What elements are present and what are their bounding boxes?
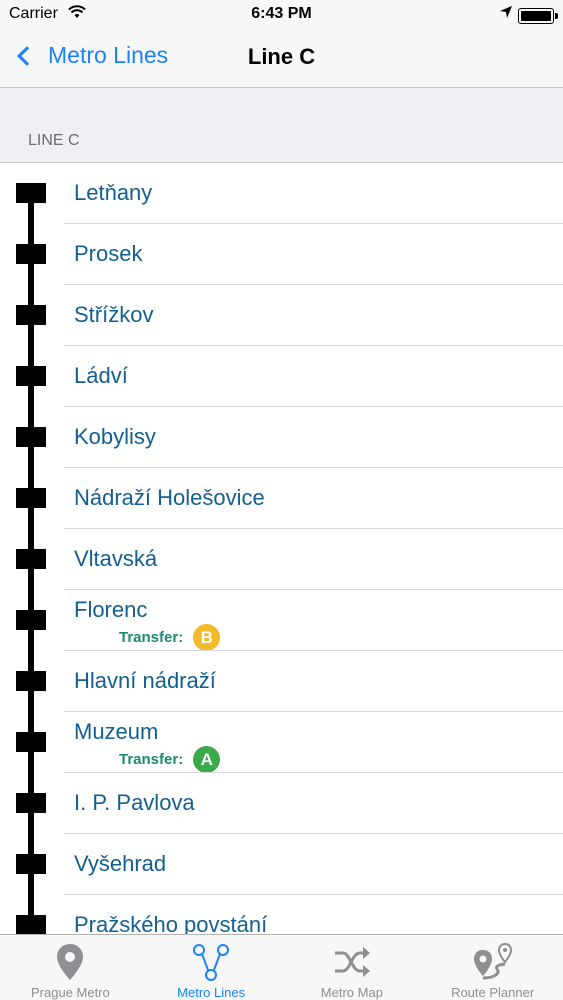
station-marker (16, 671, 46, 691)
tab-route-planner[interactable]: Route Planner (422, 935, 563, 1000)
station-name: Vltavská (74, 546, 158, 571)
station-row[interactable]: Florenc Transfer: B (0, 590, 563, 651)
station-marker (16, 549, 46, 569)
station-marker (16, 732, 46, 752)
station-marker (16, 244, 46, 264)
station-row[interactable]: Letňany (0, 163, 563, 224)
station-row[interactable]: Vyšehrad (0, 834, 563, 895)
station-marker (16, 793, 46, 813)
station-name: Muzeum (74, 719, 159, 744)
station-name: I. P. Pavlova (74, 790, 195, 815)
station-row[interactable]: Vltavská (0, 529, 563, 590)
transfer-line-badge: A (193, 746, 221, 773)
station-marker (16, 854, 46, 874)
tab-bar: Prague Metro Metro Lines Metro Map Route Pl… (0, 934, 563, 1000)
navigation-bar: Metro Lines Line C (0, 30, 563, 88)
station-row[interactable]: Hlavní nádraží (0, 651, 563, 712)
station-row[interactable]: Nádraží Holešovice (0, 468, 563, 529)
station-name: Vyšehrad (74, 851, 167, 876)
station-name: Letňany (74, 180, 153, 205)
tab-label: Route Planner (451, 985, 535, 1000)
map-pin-icon (45, 941, 95, 983)
battery-icon (518, 8, 558, 24)
route-planner-icon (468, 941, 518, 983)
shuffle-icon (327, 941, 377, 983)
page-title: Line C (247, 44, 316, 69)
station-list[interactable]: Letňany Prosek Střížkov Ládví Kobylisy Nádraž… (0, 162, 563, 934)
metro-lines-icon (186, 941, 236, 983)
tab-label: Metro Map (320, 985, 383, 1000)
transfer-label: Transfer: (119, 751, 184, 768)
station-name: Prosek (74, 241, 143, 266)
station-marker (16, 183, 46, 203)
transfer-info: Transfer: B (119, 624, 221, 651)
station-marker (16, 305, 46, 325)
transfer-line-badge: B (193, 624, 221, 651)
station-marker (16, 427, 46, 447)
station-marker (16, 366, 46, 386)
station-name: Střížkov (74, 302, 154, 327)
transfer-info: Transfer: A (119, 746, 221, 773)
station-row[interactable]: Muzeum Transfer: A (0, 712, 563, 773)
station-row[interactable]: Ládví (0, 346, 563, 407)
station-name: Kobylisy (74, 424, 156, 449)
status-time: 6:43 PM (251, 5, 312, 22)
location-arrow-icon (499, 5, 513, 24)
station-name: Pražského povstání (74, 912, 268, 934)
tab-metro-map[interactable]: Metro Map (282, 935, 423, 1000)
station-marker (16, 488, 46, 508)
tab-metro-lines[interactable]: Metro Lines (141, 935, 282, 1000)
station-row[interactable]: Pražského povstání (0, 895, 563, 934)
station-name: Hlavní nádraží (74, 668, 216, 693)
station-name: Ládví (74, 363, 128, 388)
tab-label: Prague Metro (30, 985, 110, 1000)
status-bar: Carrier 6:43 PM (0, 0, 563, 30)
tab-label: Metro Lines (177, 985, 246, 1000)
station-marker (16, 610, 46, 630)
station-name: Nádraží Holešovice (74, 485, 265, 510)
station-marker (16, 915, 46, 934)
section-header: LINE C (28, 132, 80, 149)
station-name: Florenc (74, 597, 148, 622)
station-row[interactable]: Kobylisy (0, 407, 563, 468)
station-row[interactable]: I. P. Pavlova (0, 773, 563, 834)
station-row[interactable]: Prosek (0, 224, 563, 285)
transfer-label: Transfer: (119, 629, 184, 646)
station-row[interactable]: Střížkov (0, 285, 563, 346)
tab-prague-metro[interactable]: Prague Metro (0, 935, 141, 1000)
